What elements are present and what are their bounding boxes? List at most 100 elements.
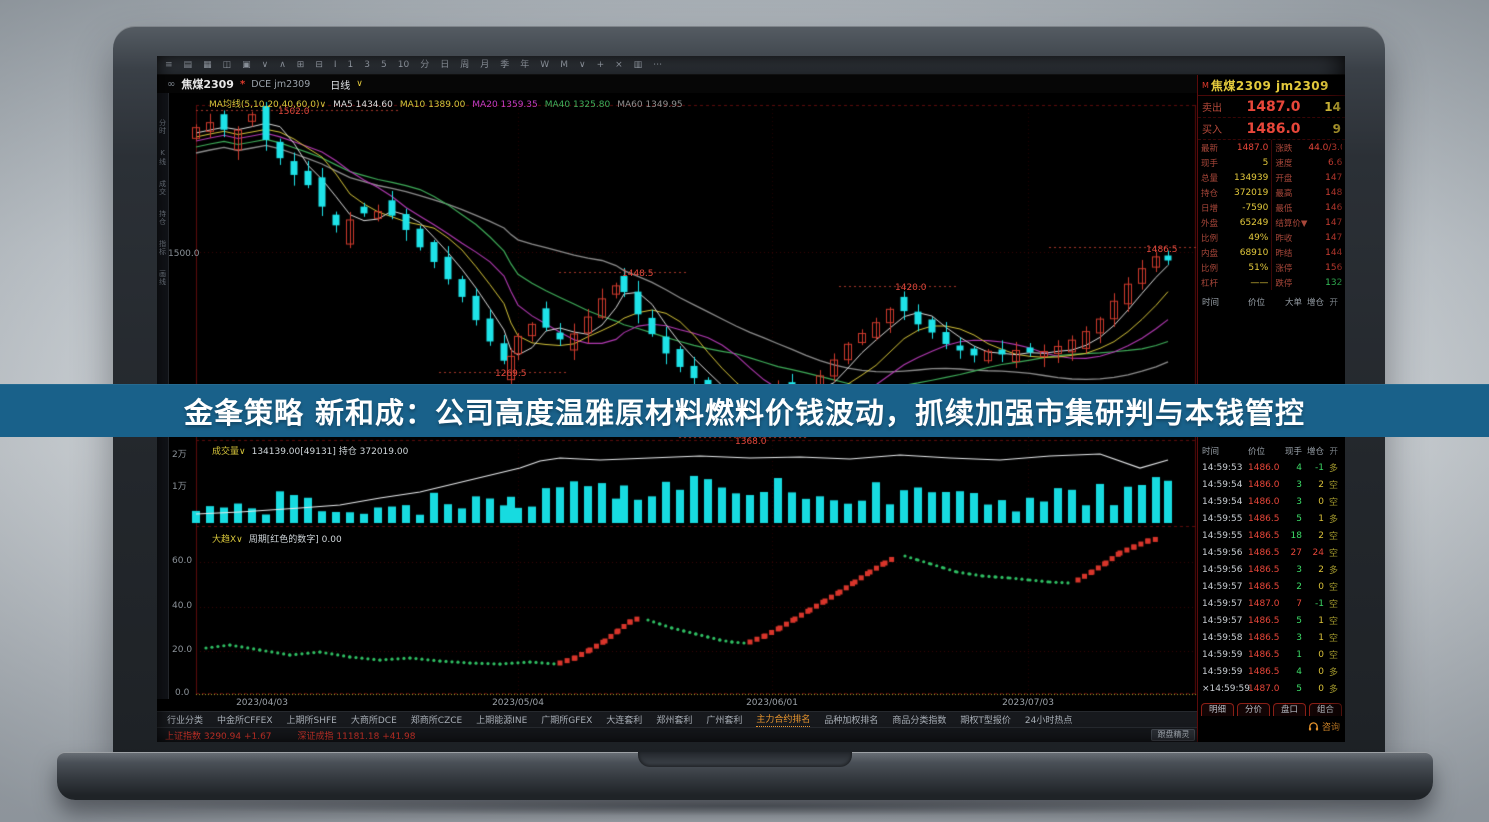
bottom-tab[interactable]: 期权T型报价 xyxy=(960,713,1011,726)
toolbar-icon[interactable]: ◫ xyxy=(223,61,232,70)
toolbar-icon[interactable]: ▦ xyxy=(203,61,212,70)
panel-tab[interactable]: 盘口 xyxy=(1273,703,1306,716)
stat-value: 68910 xyxy=(1234,248,1268,258)
indicator-pane-header[interactable]: 大趋X∨周期[红色的数字] 0.00 xyxy=(212,532,342,545)
tick-price: 1486.0 xyxy=(1248,480,1284,490)
toolbar-icon[interactable]: 5 xyxy=(381,61,387,70)
toolbar-icon[interactable]: ⊞ xyxy=(297,61,305,70)
toolbar-icon[interactable]: 分 xyxy=(420,61,429,70)
toolbar-icon[interactable]: 周 xyxy=(460,61,469,70)
exchange-code: DCE jm2309 xyxy=(251,79,310,90)
panel-tab[interactable]: 明细 xyxy=(1201,703,1234,716)
ma-settings-label[interactable]: MA均线(5,10,20,40,60,0)∨ xyxy=(209,100,326,110)
panel-tab[interactable]: 分价 xyxy=(1237,703,1270,716)
tick-time: 14:59:59 xyxy=(1202,650,1248,660)
stat-value: 144 xyxy=(1308,248,1342,258)
tick-direction: 空 xyxy=(1324,495,1338,508)
bottom-tab[interactable]: 郑商所CZCE xyxy=(411,713,462,726)
vertical-tab[interactable]: 分时 xyxy=(158,119,168,135)
toolbar-icon[interactable]: ▤ xyxy=(184,61,193,70)
bottom-tab[interactable]: 郑州套利 xyxy=(656,713,692,726)
bottom-tab[interactable]: 品种加权排名 xyxy=(824,713,878,726)
bid-row[interactable]: 买入 1486.0 9 xyxy=(1198,118,1345,140)
toolbar-icon[interactable]: 日 xyxy=(440,61,449,70)
volume-label: 成交量∨ xyxy=(212,447,246,457)
toolbar-icon[interactable]: + xyxy=(597,61,605,70)
toolbar-icon[interactable]: 3 xyxy=(364,61,370,70)
toolbar-icon[interactable]: ∧ xyxy=(279,61,286,70)
contract-symbol[interactable]: 焦煤2309 xyxy=(181,76,234,92)
toolbar-icon[interactable]: W xyxy=(540,61,549,70)
volume-values: 134139.00[49131] 持仓 372019.00 xyxy=(252,447,409,457)
bottom-tab[interactable]: 行业分类 xyxy=(167,713,203,726)
link-icon[interactable]: ∞ xyxy=(167,79,175,90)
ask-price: 1487.0 xyxy=(1230,99,1317,115)
vertical-tab[interactable]: 成交 xyxy=(158,180,168,196)
tick-row: 14:59:541486.030空 xyxy=(1198,493,1345,510)
bottom-tab[interactable]: 广州套利 xyxy=(706,713,742,726)
tick-delta: 2 xyxy=(1302,480,1324,490)
stat-row: 持仓372019 xyxy=(1198,185,1271,200)
stat-row: 比例51% xyxy=(1198,260,1271,275)
tick-price: 1486.5 xyxy=(1248,667,1284,677)
toolbar-icon[interactable]: 1 xyxy=(348,61,354,70)
bottom-tab[interactable]: 商品分类指数 xyxy=(892,713,946,726)
tick-delta: 0 xyxy=(1302,650,1324,660)
ma-indicator-header[interactable]: MA均线(5,10,20,40,60,0)∨MA5 1434.60MA10 13… xyxy=(209,97,690,110)
stat-label: 涨跌 xyxy=(1275,142,1308,154)
toolbar-icon[interactable]: 10 xyxy=(398,61,409,70)
tick-row: 14:59:571486.551空 xyxy=(1198,612,1345,629)
bottom-tab[interactable]: 上期能源INE xyxy=(476,713,527,726)
vertical-tab[interactable]: K线 xyxy=(158,149,168,166)
stat-value: 156 xyxy=(1308,263,1342,273)
tick-time: ×14:59:59 xyxy=(1202,684,1248,694)
tick-row: 14:59:591486.540多 xyxy=(1198,663,1345,680)
bottom-tab[interactable]: 上期所SHFE xyxy=(287,713,337,726)
toolbar-icon[interactable]: Ⅰ xyxy=(334,61,337,70)
period-selector[interactable]: 日线 xyxy=(330,77,350,92)
quote-symbol[interactable]: 焦煤2309 jm2309 xyxy=(1211,77,1329,94)
tick-delta: 2 xyxy=(1302,565,1324,575)
list-header-col: 价位 xyxy=(1248,445,1284,457)
bottom-tab[interactable]: 广期所GFEX xyxy=(541,713,592,726)
toolbar-icon[interactable]: ≡ xyxy=(165,61,173,70)
tick-price: 1486.5 xyxy=(1248,565,1284,575)
toolbar-icon[interactable]: 年 xyxy=(520,61,529,70)
toolbar-icon[interactable]: ∨ xyxy=(262,61,269,70)
stat-label: 外盘 xyxy=(1201,217,1234,229)
service-link[interactable]: 咨询 xyxy=(1308,720,1340,733)
laptop-base xyxy=(57,752,1433,800)
ask-row[interactable]: 卖出 1487.0 14 xyxy=(1198,96,1345,118)
stat-row: 总量134939 xyxy=(1198,170,1271,185)
vertical-tab[interactable]: 指标 xyxy=(158,240,168,256)
tick-price: 1486.5 xyxy=(1248,633,1284,643)
toolbar-icon[interactable]: × xyxy=(615,61,623,70)
bottom-tab[interactable]: 主力合约排名 xyxy=(756,712,810,727)
vertical-tab[interactable]: 持仓 xyxy=(158,210,168,226)
tick-direction: 空 xyxy=(1324,580,1338,593)
toolbar-icon[interactable]: ⋯ xyxy=(653,61,662,70)
toolbar-icon[interactable]: ⊟ xyxy=(315,61,323,70)
bottom-tab[interactable]: 中金所CFFEX xyxy=(217,713,273,726)
toolbar-icon[interactable]: ▣ xyxy=(242,61,251,70)
toolbar-icon[interactable]: ∨ xyxy=(579,61,586,70)
bottom-tab[interactable]: 大商所DCE xyxy=(351,713,397,726)
stat-value: 6.6 xyxy=(1308,158,1342,168)
tick-volume: 5 xyxy=(1284,684,1302,694)
chevron-down-icon[interactable]: ∨ xyxy=(356,79,363,89)
stat-label: 最新 xyxy=(1201,142,1234,154)
volume-pane-header[interactable]: 成交量∨ 134139.00[49131] 持仓 372019.00 xyxy=(212,444,408,457)
toolbar-icon[interactable]: ▥ xyxy=(634,61,643,70)
toolbar-icon[interactable]: 季 xyxy=(500,61,509,70)
bottom-tab[interactable]: 24小时热点 xyxy=(1025,713,1072,726)
tick-row: 14:59:551486.5182空 xyxy=(1198,527,1345,544)
panel-tab[interactable]: 组合 xyxy=(1309,703,1342,716)
toolbar-icon[interactable]: M xyxy=(560,61,568,70)
stat-row: 昨结144 xyxy=(1272,245,1345,260)
toolbar-icon[interactable]: 月 xyxy=(480,61,489,70)
vertical-tab[interactable]: 画线 xyxy=(158,270,168,286)
tick-row: 14:59:531486.04-1多 xyxy=(1198,459,1345,476)
tick-direction: 多 xyxy=(1324,665,1338,678)
assistant-button[interactable]: 跟盘精灵 xyxy=(1151,729,1195,741)
bottom-tab[interactable]: 大连套利 xyxy=(606,713,642,726)
